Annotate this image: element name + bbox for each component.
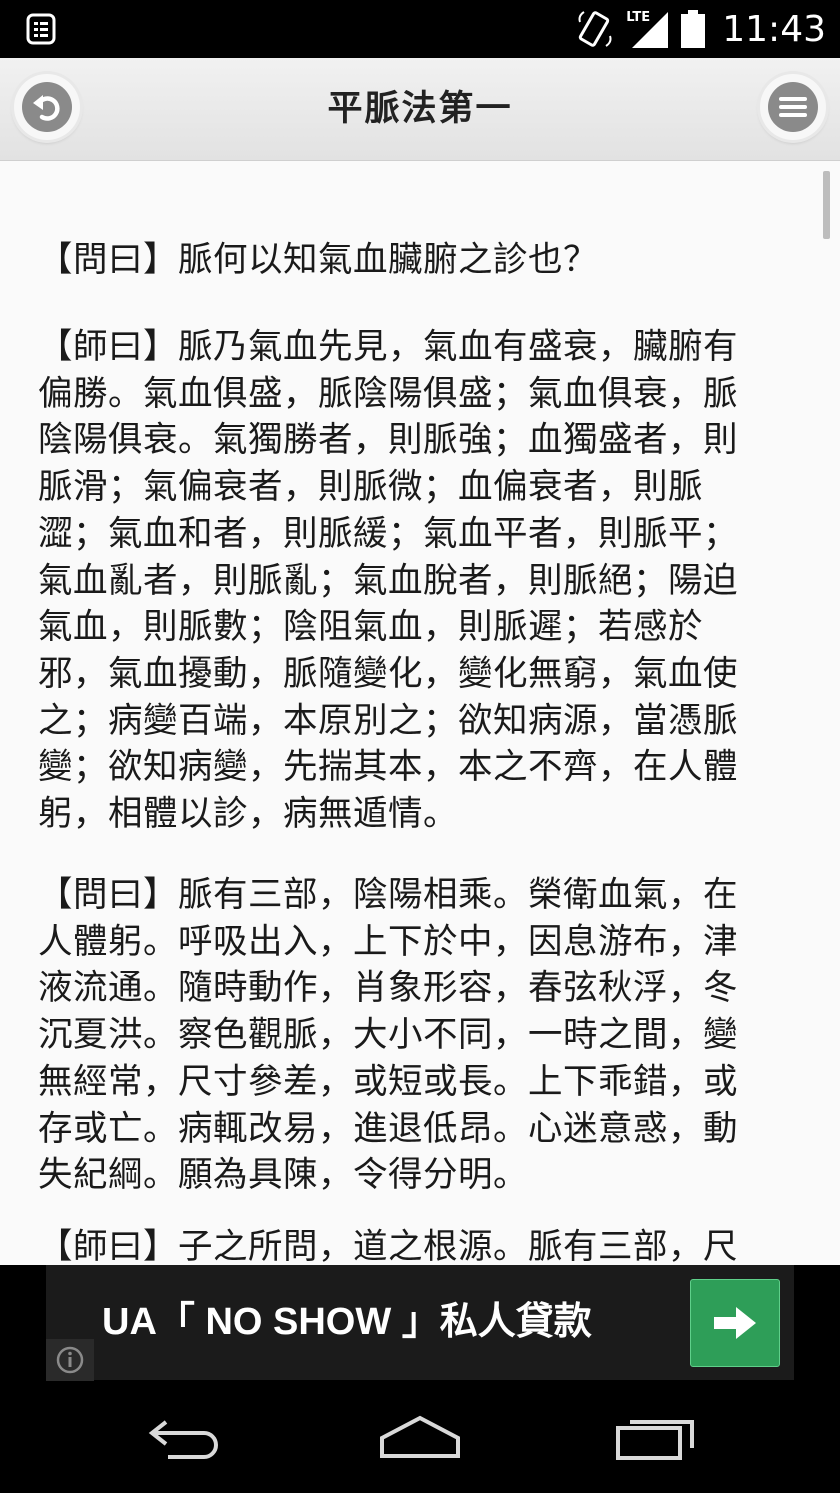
ad-go-button[interactable] (690, 1279, 780, 1367)
info-icon (56, 1346, 84, 1374)
screen-rotation-icon (578, 11, 612, 47)
scrollbar[interactable] (823, 171, 830, 239)
app-header: 平脈法第一 (0, 58, 840, 161)
recents-nav-icon[interactable] (614, 1412, 698, 1462)
status-bar: LTE 11:43 (0, 0, 840, 58)
menu-button[interactable] (760, 74, 826, 140)
article-paragraph: 【師曰】子之所問，道之根源。脈有三部，尺 (38, 1227, 738, 1265)
hamburger-menu-icon (779, 97, 807, 117)
ad-banner-area: UA「 NO SHOW 」私人貸款 (0, 1265, 840, 1382)
article-paragraph: 【問曰】脈有三部，陰陽相乘。榮衛血氣，在 人體躬。呼吸出入，上下於中，因息游布，… (38, 875, 738, 1196)
home-nav-icon[interactable] (376, 1412, 464, 1462)
ad-info-button[interactable] (46, 1339, 94, 1381)
back-nav-icon[interactable] (146, 1412, 228, 1462)
notification-list-icon (26, 13, 56, 45)
ad-banner[interactable]: UA「 NO SHOW 」私人貸款 (46, 1265, 794, 1381)
battery-icon (681, 10, 706, 48)
article-paragraph: 【師曰】脈乃氣血先見，氣血有盛衰，臟腑有 偏勝。氣血俱盛，脈陰陽俱盛；氣血俱衰，… (38, 327, 738, 835)
lte-signal-icon: LTE (626, 8, 670, 50)
article-content[interactable]: 【問曰】脈何以知氣血臟腑之診也？ 【師曰】脈乃氣血先見，氣血有盛衰，臟腑有 偏勝… (0, 161, 840, 1265)
ad-text: UA「 NO SHOW 」私人貸款 (102, 1301, 592, 1343)
clock: 11:43 (722, 8, 826, 50)
system-nav-bar (0, 1382, 840, 1493)
article-paragraph: 【問曰】脈何以知氣血臟腑之診也？ (38, 240, 598, 280)
arrow-right-icon (714, 1307, 756, 1339)
page-title: 平脈法第一 (327, 89, 513, 129)
